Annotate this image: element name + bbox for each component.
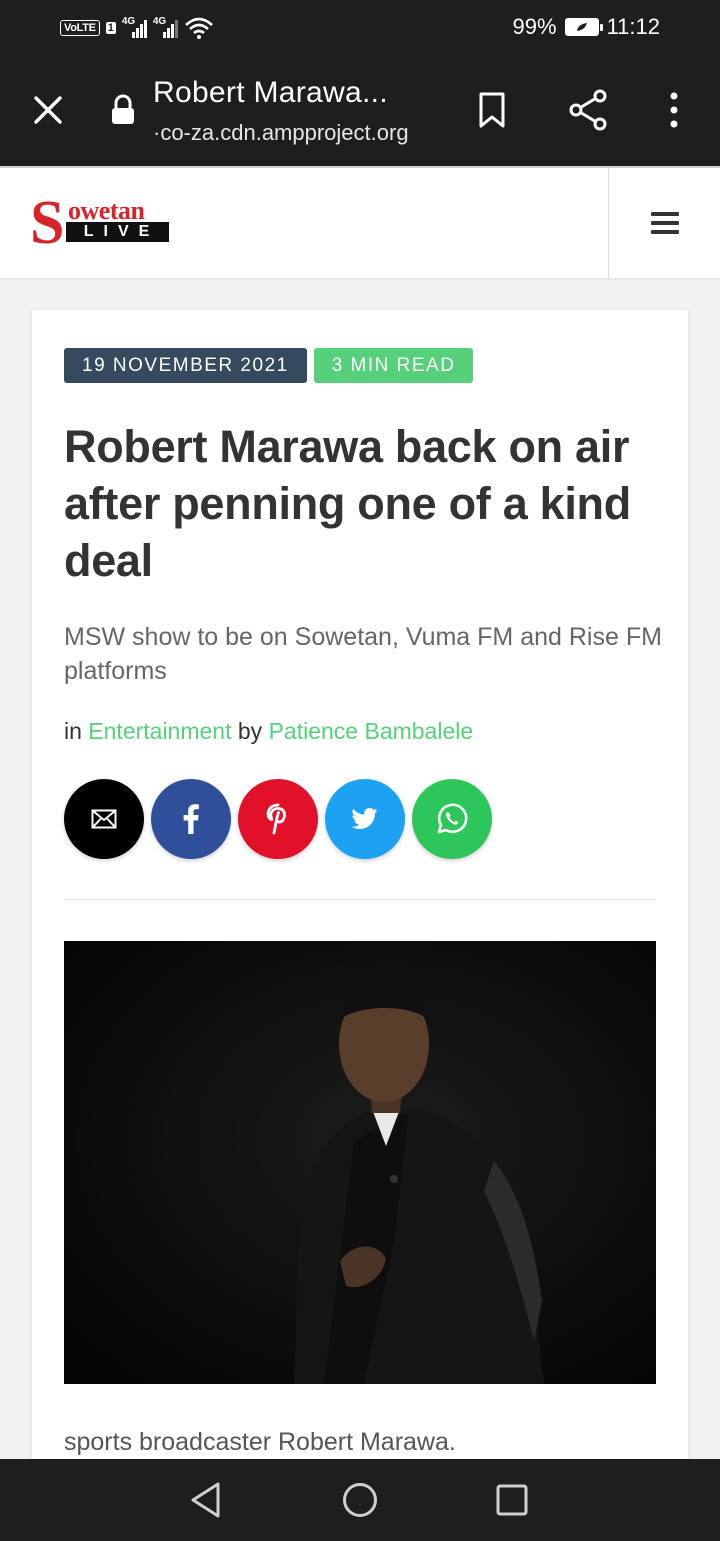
lock-icon [110, 94, 136, 126]
overflow-menu-icon[interactable] [660, 88, 688, 132]
article-byline: in Entertainment by Patience Bambalele [64, 718, 473, 745]
byline-in-label: in [64, 718, 82, 744]
network-type-label: 4G [121, 16, 136, 27]
envelope-icon [91, 809, 117, 829]
share-facebook-button[interactable] [151, 779, 231, 859]
site-header: S owetan LIVE [0, 166, 720, 278]
read-time-tag: 3 MIN READ [313, 348, 474, 383]
home-icon[interactable] [341, 1481, 379, 1519]
battery-percent: 99% [512, 14, 557, 39]
article-card: 19 NOVEMBER 2021 3 MIN READ Robert Maraw… [32, 310, 688, 1470]
bookmark-icon[interactable] [472, 90, 512, 130]
clock: 11:12 [606, 14, 660, 39]
article-headline: Robert Marawa back on air after penning … [64, 421, 631, 586]
whatsapp-icon [437, 803, 468, 834]
browser-toolbar: Robert Marawa... ·co-za.cdn.ampproject.o… [0, 54, 720, 166]
volte-badge: VoLTE [60, 20, 100, 36]
author-link[interactable]: Patience Bambalele [269, 718, 474, 744]
signal-strength-icon: 4G [121, 16, 147, 38]
page-url[interactable]: ·co-za.cdn.ampproject.org [153, 120, 409, 146]
logo-wordmark: owetan [68, 196, 145, 225]
signal-strength-icon: 4G [152, 16, 178, 38]
status-icons-right: 99% 11:12 [513, 12, 660, 42]
share-buttons [64, 779, 492, 859]
date-tag: 19 NOVEMBER 2021 [64, 348, 307, 383]
article-tags: 19 NOVEMBER 2021 3 MIN READ [64, 348, 474, 383]
network-type-label: 4G [152, 16, 167, 27]
page-title[interactable]: Robert Marawa... [153, 76, 388, 110]
recents-icon[interactable] [495, 1483, 529, 1517]
share-whatsapp-button[interactable] [412, 779, 492, 859]
wifi-icon [184, 17, 213, 39]
status-bar: VoLTE 1 4G 4G 99% 11:12 [0, 0, 720, 54]
pinterest-icon [266, 803, 286, 835]
header-divider [608, 168, 609, 278]
article-photo[interactable] [64, 941, 656, 1384]
hamburger-menu-icon[interactable] [651, 212, 679, 236]
facebook-icon [183, 804, 199, 834]
photo-caption: sports broadcaster Robert Marawa. [64, 1428, 456, 1456]
logo-letter: S [30, 189, 65, 257]
status-icons-left: VoLTE 1 4G 4G [60, 14, 214, 42]
logo-live-band: LIVE [66, 222, 169, 242]
share-pinterest-button[interactable] [238, 779, 318, 859]
system-navigation-bar [0, 1459, 720, 1541]
twitter-icon [352, 808, 378, 830]
section-divider [64, 899, 656, 900]
category-link[interactable]: Entertainment [88, 718, 231, 744]
share-twitter-button[interactable] [325, 779, 405, 859]
back-icon[interactable] [188, 1481, 224, 1519]
article-subheadline: MSW show to be on Sowetan, Vuma FM and R… [64, 623, 662, 685]
share-email-button[interactable] [64, 779, 144, 859]
share-icon[interactable] [566, 88, 610, 132]
sim-number: 1 [105, 22, 116, 34]
close-icon[interactable] [28, 90, 68, 130]
battery-icon [564, 18, 603, 36]
sowetan-live-logo[interactable]: S owetan LIVE [30, 192, 172, 254]
byline-by-label: by [237, 718, 263, 744]
